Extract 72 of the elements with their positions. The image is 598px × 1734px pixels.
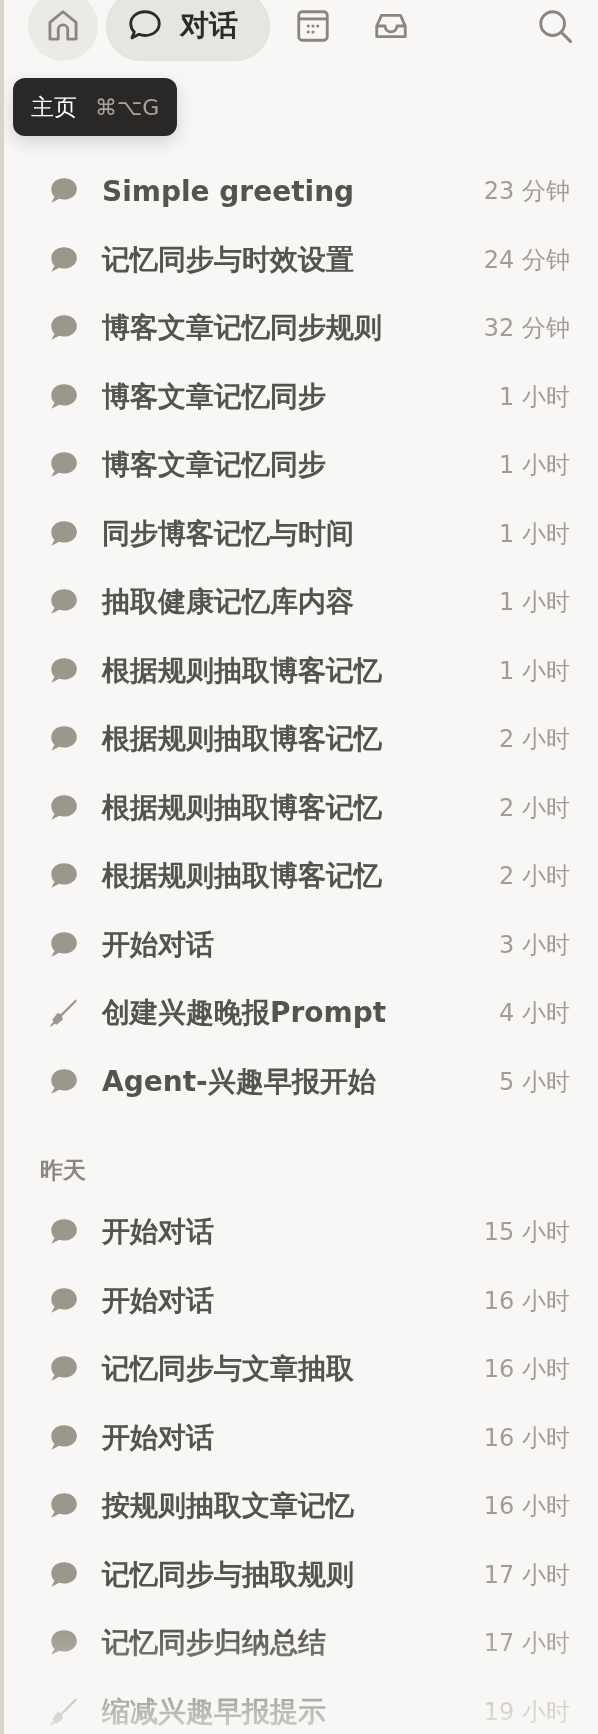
timestamp: 16 小时	[483, 1285, 570, 1317]
home-tab[interactable]	[28, 0, 98, 61]
conversation-title: 博客文章记忆同步	[102, 447, 327, 484]
conversation-title: 按规则抽取文章记忆	[102, 1488, 355, 1525]
timestamp: 2 小时	[499, 724, 570, 756]
conversation-title: 记忆同步与文章抽取	[102, 1351, 355, 1388]
chat-tab[interactable]: 对话	[106, 0, 270, 61]
conversation-item[interactable]: 记忆同步与时效设置 24 分钟	[40, 225, 570, 294]
conversation-item[interactable]: 记忆同步与文章抽取 16 小时	[40, 1335, 570, 1404]
conversation-item[interactable]: 开始对话 16 小时	[40, 1266, 570, 1335]
timestamp: 16 小时	[483, 1422, 570, 1454]
search-button[interactable]	[536, 7, 574, 45]
conversation-item[interactable]: 抽取健康记忆库内容 1 小时	[40, 568, 570, 637]
conversation-title: 创建兴趣晚报Prompt	[102, 995, 388, 1032]
conversation-title: 抽取健康记忆库内容	[102, 584, 355, 621]
conversation-title: 记忆同步与时效设置	[102, 241, 355, 278]
timestamp: 23 分钟	[483, 176, 570, 208]
timestamp: 1 小时	[499, 450, 570, 482]
conversation-item[interactable]: Agent-兴趣早报开始 5 小时	[40, 1047, 570, 1116]
conversation-title: 开始对话	[102, 1282, 215, 1319]
conversation-item[interactable]: 博客文章记忆同步 1 小时	[40, 431, 570, 500]
timestamp: 1 小时	[499, 655, 570, 687]
conversation-title: 开始对话	[102, 1214, 215, 1251]
conversation-item[interactable]: 开始对话 3 小时	[40, 910, 570, 979]
timestamp: 15 小时	[483, 1217, 570, 1249]
conversation-item[interactable]: Simple greeting 23 分钟	[40, 157, 570, 226]
timestamp: 1 小时	[499, 587, 570, 619]
conversation-title: 根据规则抽取博客记忆	[102, 858, 383, 895]
timestamp: 5 小时	[499, 1066, 570, 1098]
conversation-title: 开始对话	[102, 1419, 215, 1456]
conversation-title: 记忆同步归纳总结	[102, 1625, 327, 1662]
calendar-icon	[294, 7, 332, 45]
timestamp: 1 小时	[499, 518, 570, 550]
conversation-item[interactable]: 记忆同步与抽取规则 17 小时	[40, 1540, 570, 1609]
section-header: 昨天	[40, 1156, 86, 1185]
conversation-title: 根据规则抽取博客记忆	[102, 721, 383, 758]
timestamp: 17 小时	[483, 1559, 570, 1591]
conversation-item[interactable]: 根据规则抽取博客记忆 2 小时	[40, 842, 570, 911]
timestamp: 1 小时	[499, 381, 570, 413]
timestamp: 3 小时	[499, 929, 570, 961]
conversation-item[interactable]: 创建兴趣晚报Prompt 4 小时	[40, 979, 570, 1048]
conversation-item[interactable]: 开始对话 16 小时	[40, 1403, 570, 1472]
timestamp: 16 小时	[483, 1354, 570, 1386]
conversation-title: 同步博客记忆与时间	[102, 515, 355, 552]
timestamp: 17 小时	[483, 1628, 570, 1660]
conversation-title: 博客文章记忆同步规则	[102, 310, 383, 347]
conversation-item[interactable]: 开始对话 15 小时	[40, 1198, 570, 1267]
conversation-item[interactable]: 博客文章记忆同步规则 32 分钟	[40, 294, 570, 363]
conversation-item[interactable]: 同步博客记忆与时间 1 小时	[40, 499, 570, 568]
timestamp: 24 分钟	[483, 244, 570, 276]
timestamp: 4 小时	[499, 998, 570, 1030]
conversation-title: Agent-兴趣早报开始	[102, 1063, 377, 1100]
conversation-item[interactable]: 根据规则抽取博客记忆 2 小时	[40, 773, 570, 842]
timestamp: 2 小时	[499, 792, 570, 824]
timestamp: 32 分钟	[483, 313, 570, 345]
conversation-title: 缩减兴趣早报提示	[102, 1693, 327, 1730]
conversation-item[interactable]: 博客文章记忆同步 1 小时	[40, 362, 570, 431]
timestamp: 16 小时	[483, 1491, 570, 1523]
conversation-item[interactable]: 根据规则抽取博客记忆 1 小时	[40, 636, 570, 705]
timestamp: 2 小时	[499, 861, 570, 893]
search-icon	[536, 7, 574, 45]
conversation-title: 记忆同步与抽取规则	[102, 1556, 355, 1593]
conversation-item[interactable]: 记忆同步归纳总结 17 小时	[40, 1609, 570, 1678]
conversation-title: Simple greeting	[102, 174, 356, 208]
shortcut-hint: ⌘⌥G	[95, 94, 160, 120]
conversation-item[interactable]: 按规则抽取文章记忆 16 小时	[40, 1472, 570, 1541]
conversation-title: 根据规则抽取博客记忆	[102, 652, 383, 689]
conversation-item[interactable]: 根据规则抽取博客记忆 2 小时	[40, 705, 570, 774]
tooltip-label: 主页	[31, 92, 77, 122]
conversation-title: 博客文章记忆同步	[102, 378, 327, 415]
conversation-title: 根据规则抽取博客记忆	[102, 789, 383, 826]
conversation-title: 开始对话	[102, 926, 215, 963]
